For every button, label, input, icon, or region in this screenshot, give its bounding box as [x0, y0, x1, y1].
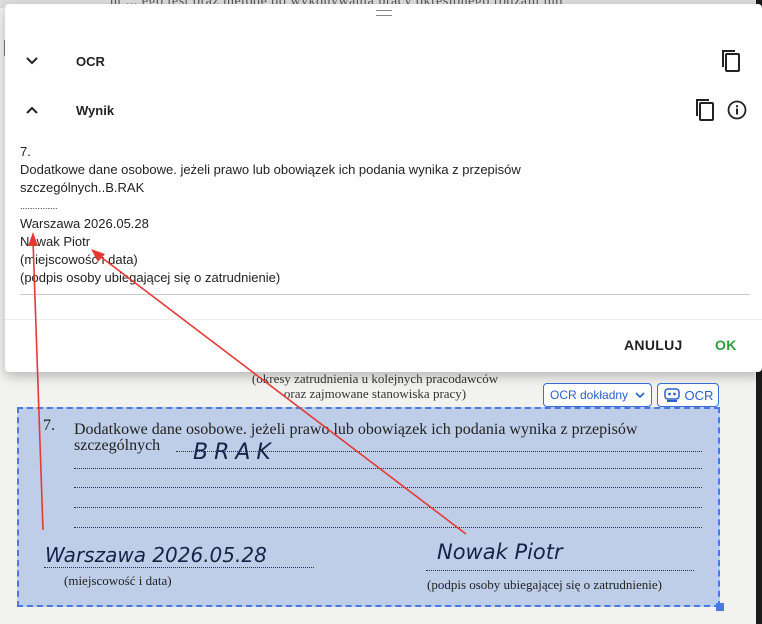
- result-underline: [20, 294, 750, 295]
- result-line: (miejscowość i data): [20, 252, 138, 267]
- dotted-line: [176, 451, 702, 452]
- dotted-line: [74, 527, 702, 528]
- copy-result-button[interactable]: [692, 97, 718, 123]
- dotted-line: [74, 507, 702, 508]
- copy-ocr-button[interactable]: [718, 48, 744, 74]
- footer-divider: [5, 319, 762, 320]
- section-result-title: Wynik: [76, 102, 115, 118]
- ocr-mode-value: OCR dokładny: [550, 388, 629, 402]
- info-button[interactable]: [724, 97, 750, 123]
- handwritten-brak: BRAK: [193, 440, 277, 465]
- handwritten-place-date: Warszawa 2026.05.28: [45, 543, 267, 567]
- copy-icon: [722, 50, 740, 72]
- ocr-result-text[interactable]: 7. Dodatkowe dane osobowe. jeżeli prawo …: [20, 143, 750, 287]
- ocr-mode-select[interactable]: OCR dokładny: [543, 383, 652, 407]
- signature-caption: (podpis osoby ubiegającej się o zatrudni…: [427, 577, 663, 592]
- ok-button[interactable]: OK: [715, 337, 737, 353]
- section-result-header[interactable]: Wynik: [5, 90, 762, 130]
- info-icon: [727, 100, 747, 120]
- item-number: 7.: [43, 417, 55, 434]
- item-text-line2: szczególnych: [74, 437, 161, 454]
- employment-caption-line1: (okresy zatrudnienia u kolejnych pracoda…: [251, 371, 499, 386]
- result-line: Warszawa 2026.05.28: [20, 216, 149, 231]
- place-date-caption: (miejscowość i data): [64, 573, 172, 588]
- section-ocr-header[interactable]: OCR: [5, 41, 762, 81]
- result-line: szczególnych..B.RAK: [20, 180, 145, 195]
- chevron-down-icon: [635, 392, 645, 399]
- result-line: Dodatkowe dane osobowe. jeżeli prawo lub…: [20, 162, 521, 177]
- dotted-line: [44, 567, 314, 568]
- result-line: ...............: [20, 201, 58, 211]
- chevron-down-icon[interactable]: [23, 52, 41, 70]
- ocr-result-dialog: OCR Wynik 7. Dodatkowe dane osobowe. jeż…: [5, 4, 762, 372]
- robot-icon: [663, 388, 680, 402]
- section-ocr-title: OCR: [76, 53, 105, 69]
- cancel-button[interactable]: ANULUJ: [624, 337, 683, 353]
- drag-handle-icon[interactable]: [376, 10, 392, 16]
- result-line: Nowak Piotr: [20, 234, 91, 249]
- dotted-line: [74, 487, 702, 488]
- copy-icon: [696, 99, 714, 121]
- ocr-run-button[interactable]: OCR: [657, 383, 719, 407]
- selection-resize-handle[interactable]: [716, 603, 724, 611]
- result-line: (podpis osoby ubiegającej się o zatrudni…: [20, 270, 281, 285]
- handwritten-name: Nowak Piotr: [437, 540, 563, 564]
- result-line: 7.: [20, 144, 31, 159]
- ocr-run-label: OCR: [684, 387, 714, 403]
- chevron-up-icon[interactable]: [23, 101, 41, 119]
- dotted-line: [74, 468, 702, 469]
- dotted-line: [426, 570, 694, 571]
- employment-caption-line2: oraz zajmowane stanowiska pracy): [283, 386, 467, 401]
